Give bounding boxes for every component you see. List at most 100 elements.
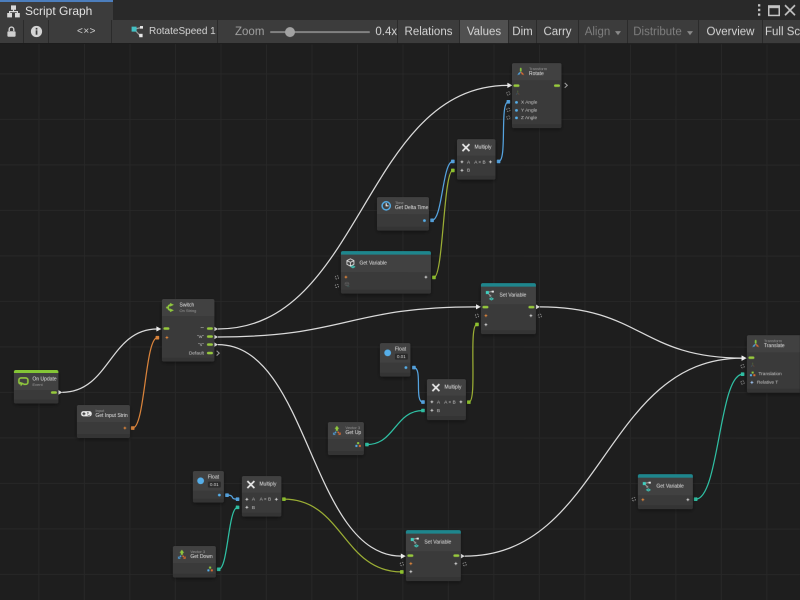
value-wire[interactable] xyxy=(497,100,510,163)
dim-button[interactable]: Dim xyxy=(509,20,536,43)
value-wire[interactable] xyxy=(430,160,454,223)
port-ostar[interactable] xyxy=(409,562,413,566)
value-wire[interactable] xyxy=(467,323,479,404)
port-dimtf[interactable] xyxy=(750,362,756,371)
graph-canvas[interactable]: TransformRotate X AngleY AngleZ Angle Mu… xyxy=(0,44,800,600)
port-ostar[interactable] xyxy=(123,426,127,430)
node-multiply-top[interactable]: Multiply A A × B B xyxy=(457,139,496,180)
port-star[interactable] xyxy=(529,314,533,318)
flow-wire[interactable] xyxy=(536,304,747,360)
port-fdot[interactable]: Z Angle xyxy=(515,115,537,121)
port-bar[interactable] xyxy=(554,84,559,87)
port-ostar[interactable] xyxy=(641,497,645,501)
node-switch[interactable]: SwitchOn String """w""s"Default xyxy=(161,299,214,362)
code-preview-button[interactable]: <×> xyxy=(49,20,111,43)
relations-button[interactable]: Relations xyxy=(398,20,459,43)
port-fdot[interactable] xyxy=(218,494,221,497)
port-star[interactable]: B xyxy=(430,408,440,414)
port-ostar[interactable] xyxy=(164,336,168,340)
port-bar[interactable] xyxy=(515,84,520,87)
port-star[interactable] xyxy=(409,570,413,574)
align-button[interactable]: Align xyxy=(579,20,627,43)
value-wire[interactable] xyxy=(217,506,240,572)
node-set-variable-mid[interactable]: Set Variable xyxy=(481,283,536,334)
port-star[interactable] xyxy=(424,275,428,279)
flow-wire[interactable] xyxy=(461,355,747,558)
port-bar[interactable] xyxy=(409,555,414,558)
port-dimtf[interactable] xyxy=(515,89,521,98)
port-star[interactable]: A × B xyxy=(444,399,462,405)
port-star[interactable] xyxy=(686,497,690,501)
node-multiply-mid[interactable]: Multiply A A × B B xyxy=(427,379,466,420)
port-bstar[interactable]: Relative T xyxy=(750,380,778,386)
carry-button[interactable]: Carry xyxy=(537,20,578,43)
value-wire[interactable] xyxy=(412,366,425,404)
full-screen-button[interactable]: Full Scre xyxy=(763,20,800,43)
port-fdot[interactable] xyxy=(405,366,408,369)
value-wire[interactable] xyxy=(131,336,159,430)
port-bar[interactable]: "s" xyxy=(198,342,211,348)
flow-wire[interactable] xyxy=(214,83,512,332)
node-float-mid[interactable]: Float0.01 xyxy=(380,343,411,377)
node-multiply-bottom[interactable]: Multiply A A × B B xyxy=(242,476,281,516)
graph-breadcrumb[interactable]: RotateSpeed 1 xyxy=(112,20,217,43)
port-star[interactable]: A xyxy=(245,496,255,502)
port-star[interactable] xyxy=(454,562,458,566)
node-rotate[interactable]: TransformRotate X AngleY AngleZ Angle xyxy=(512,63,562,128)
port-ostar[interactable] xyxy=(484,314,488,318)
node-get-input-string[interactable]: InputGet Input Strin xyxy=(77,405,130,438)
distribute-button[interactable]: Distribute xyxy=(628,20,698,43)
maximize-button[interactable] xyxy=(766,0,782,20)
node-get-variable-mid[interactable]: Get Variable xyxy=(341,251,431,294)
port-bar[interactable] xyxy=(750,357,755,360)
node-vector3-get-down[interactable]: Vector 3Get Down xyxy=(173,546,216,578)
flow-wire[interactable] xyxy=(58,326,161,395)
port-fdot[interactable]: Y Angle xyxy=(515,107,537,113)
window-menu-button[interactable] xyxy=(752,0,766,20)
node-translate[interactable]: TransformTranslate Translation Relative … xyxy=(747,335,800,393)
node-get-delta-time[interactable]: TimeGet Delta Time xyxy=(377,197,429,230)
node-vector3-get-up[interactable]: Vector 3Get Up xyxy=(328,422,364,455)
port-fdot[interactable]: X Angle xyxy=(515,99,537,105)
port-bar[interactable] xyxy=(528,306,533,309)
port-star[interactable]: B xyxy=(245,505,255,511)
port-v3[interactable] xyxy=(207,567,213,572)
value-wire[interactable] xyxy=(365,409,425,447)
flow-wire[interactable] xyxy=(214,304,481,339)
port-v3[interactable] xyxy=(355,442,361,447)
node-value-field[interactable]: 0.01 xyxy=(208,481,221,487)
lock-button[interactable] xyxy=(0,20,23,43)
flow-wire[interactable] xyxy=(214,342,406,559)
port-bar[interactable] xyxy=(51,391,56,394)
port-star[interactable] xyxy=(484,322,488,326)
port-bar[interactable]: "" xyxy=(200,326,211,332)
port-ostar[interactable] xyxy=(344,275,348,279)
port-bar[interactable]: "w" xyxy=(197,334,211,340)
port-star[interactable]: A xyxy=(460,159,470,165)
node-float-bottom[interactable]: Float0.01 xyxy=(193,471,224,503)
value-wire[interactable] xyxy=(694,372,745,501)
node-set-variable-bottom[interactable]: Set Variable xyxy=(406,530,461,581)
info-button[interactable] xyxy=(24,20,48,43)
overview-button[interactable]: Overview xyxy=(699,20,762,43)
values-button[interactable]: Values xyxy=(460,20,508,43)
port-star[interactable]: B xyxy=(460,168,470,174)
port-bar[interactable]: Default xyxy=(188,350,211,356)
port-bar[interactable] xyxy=(484,306,489,309)
value-wire[interactable] xyxy=(225,493,239,501)
close-button[interactable] xyxy=(782,0,798,20)
port-star[interactable]: A xyxy=(430,399,440,405)
port-star[interactable]: A × B xyxy=(259,496,277,502)
port-v3[interactable]: Translation xyxy=(750,371,782,377)
value-wire[interactable] xyxy=(282,497,404,573)
tab-script-graph[interactable]: Script Graph xyxy=(0,0,113,20)
node-on-update[interactable]: On UpdateEvent xyxy=(14,370,59,403)
port-bar[interactable] xyxy=(453,555,458,558)
node-get-variable-br[interactable]: Get Variable xyxy=(638,474,693,509)
port-fdot[interactable] xyxy=(423,219,426,222)
port-star[interactable]: A × B xyxy=(474,159,492,165)
zoom-slider[interactable] xyxy=(270,31,370,33)
zoom-slider-thumb[interactable] xyxy=(285,27,295,37)
node-value-field[interactable]: 0.01 xyxy=(395,354,408,360)
port-bar[interactable] xyxy=(164,328,169,331)
